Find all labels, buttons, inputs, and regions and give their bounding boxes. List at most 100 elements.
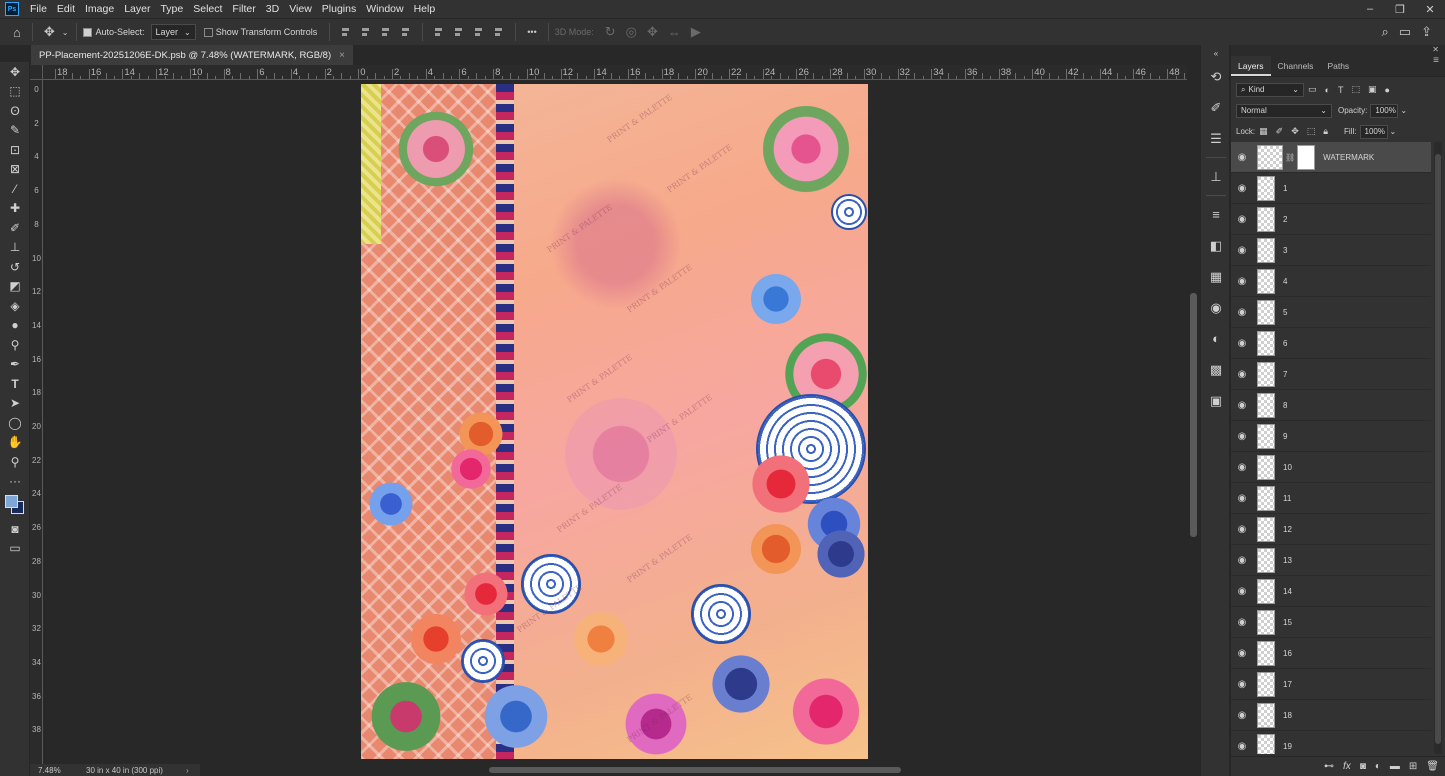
dodge-tool-icon[interactable]: ⚲ [0, 335, 30, 355]
layer-thumbnail[interactable] [1257, 516, 1275, 542]
layer-thumbnail[interactable] [1257, 144, 1283, 170]
document-tab[interactable]: PP-Placement-20251206E-DK.psb @ 7.48% (W… [31, 45, 353, 65]
gradients-icon[interactable]: ◧ [1201, 230, 1231, 261]
quick-selection-tool-icon[interactable]: ✎ [0, 121, 30, 141]
clone-stamp-tool-icon[interactable]: ⊥ [0, 238, 30, 258]
lock-artboard-icon[interactable]: ⬚ [1307, 126, 1316, 137]
menu-filter[interactable]: Filter [227, 0, 260, 18]
layer-row[interactable]: ◉ 17 [1231, 669, 1431, 700]
lasso-tool-icon[interactable]: ʘ [0, 101, 30, 121]
frame-tool-icon[interactable]: ⊠ [0, 160, 30, 180]
visibility-eye-icon[interactable]: ◉ [1231, 369, 1253, 380]
new-group-icon[interactable]: ▬ [1390, 761, 1400, 772]
history-brush-tool-icon[interactable]: ↺ [0, 257, 30, 277]
new-layer-icon[interactable]: ⊞ [1409, 761, 1417, 772]
layer-row[interactable]: ◉ 5 [1231, 297, 1431, 328]
chevron-down-icon[interactable]: ⌄ [1400, 106, 1407, 115]
patterns-icon[interactable]: ▩ [1201, 354, 1231, 385]
layer-row[interactable]: ◉ 12 [1231, 514, 1431, 545]
close-document-icon[interactable]: × [339, 50, 345, 61]
type-tool-icon[interactable]: T [0, 374, 30, 394]
zoom-level[interactable]: 7.48% [30, 766, 86, 775]
auto-select-checkbox[interactable] [83, 27, 93, 37]
add-mask-icon[interactable]: ◙ [1360, 761, 1366, 772]
link-layers-icon[interactable]: ⊷ [1324, 761, 1334, 772]
auto-select-target-dropdown[interactable]: Layer ⌄ [150, 24, 196, 40]
libraries-icon[interactable]: ▣ [1201, 385, 1231, 416]
menu-image[interactable]: Image [80, 0, 119, 18]
screen-mode-icon[interactable]: ▭ [0, 539, 30, 559]
layer-row[interactable]: ◉ 6 [1231, 328, 1431, 359]
visibility-eye-icon[interactable]: ◉ [1231, 183, 1253, 194]
fill-input[interactable]: 100% [1359, 124, 1388, 139]
adjustments-icon[interactable]: ◐ [1201, 323, 1231, 354]
menu-file[interactable]: File [25, 0, 52, 18]
pixel-filter-icon[interactable]: ▭ [1308, 84, 1317, 95]
color-palette-icon[interactable]: ◉ [1201, 292, 1231, 323]
paint-bucket-tool-icon[interactable]: ◈ [0, 296, 30, 316]
opacity-input[interactable]: 100% [1370, 103, 1399, 118]
visibility-eye-icon[interactable]: ◉ [1231, 338, 1253, 349]
workspace-icon[interactable]: ▭ [1394, 24, 1416, 40]
canvas-area[interactable]: PRINT & PALETTE PRINT & PALETTE PRINT & … [43, 80, 1187, 764]
tab-paths[interactable]: Paths [1320, 56, 1356, 76]
menu-help[interactable]: Help [409, 0, 441, 18]
visibility-eye-icon[interactable]: ◉ [1231, 431, 1253, 442]
layer-row[interactable]: ◉ 4 [1231, 266, 1431, 297]
collapse-arrow-icon[interactable]: « [1201, 45, 1231, 61]
delete-layer-icon[interactable]: 🗑︎ [1426, 761, 1439, 772]
tab-channels[interactable]: Channels [1271, 56, 1321, 76]
visibility-eye-icon[interactable]: ◉ [1231, 462, 1253, 473]
vertical-ruler[interactable]: 0 2 4 6 8 10 12 14 16 18 20 22 24 26 28 30 32 34 36 38 [30, 80, 43, 764]
home-icon[interactable]: ⌂ [8, 25, 26, 40]
layer-row[interactable]: ◉ 9 [1231, 421, 1431, 452]
quick-mask-icon[interactable]: ◙ [0, 519, 30, 539]
close-button[interactable]: ✕ [1415, 0, 1445, 18]
hand-tool-icon[interactable]: ✋ [0, 433, 30, 453]
layer-row[interactable]: ◉ 14 [1231, 576, 1431, 607]
adjustments-sliders-icon[interactable]: ☰ [1201, 123, 1231, 154]
layer-thumbnail[interactable] [1257, 299, 1275, 325]
menu-layer[interactable]: Layer [119, 0, 155, 18]
visibility-eye-icon[interactable]: ◉ [1231, 245, 1253, 256]
visibility-eye-icon[interactable]: ◉ [1231, 617, 1253, 628]
layer-list-scrollbar[interactable] [1434, 142, 1442, 754]
pen-tool-icon[interactable]: ✒ [0, 355, 30, 375]
show-transform-checkbox[interactable] [203, 27, 213, 37]
distribute-horizontal-icon[interactable] [493, 26, 505, 38]
layer-thumbnail[interactable] [1257, 175, 1275, 201]
menu-view[interactable]: View [284, 0, 317, 18]
vertical-scrollbar-thumb[interactable] [1190, 293, 1197, 537]
lock-all-icon[interactable]: 🔒︎ [1323, 126, 1328, 137]
layer-thumbnail[interactable] [1257, 392, 1275, 418]
filter-toggle-icon[interactable]: ● [1384, 85, 1389, 95]
ruler-origin[interactable] [30, 65, 43, 80]
layer-row[interactable]: ◉ 15 [1231, 607, 1431, 638]
layer-thumbnail[interactable] [1257, 547, 1275, 573]
restore-button[interactable]: ❐ [1385, 0, 1415, 18]
adjustment-filter-icon[interactable]: ◐ [1325, 85, 1330, 95]
horizontal-scrollbar-thumb[interactable] [489, 767, 901, 773]
lock-position-icon[interactable]: ✥ [1291, 126, 1299, 137]
layer-row[interactable]: ◉ 11 [1231, 483, 1431, 514]
layer-thumbnail[interactable] [1257, 361, 1275, 387]
layer-thumbnail[interactable] [1257, 237, 1275, 263]
share-icon[interactable]: ⇪ [1416, 24, 1437, 40]
eraser-tool-icon[interactable]: ◩ [0, 277, 30, 297]
blur-tool-icon[interactable]: ● [0, 316, 30, 336]
swatches-grid-icon[interactable]: ▦ [1201, 261, 1231, 292]
visibility-eye-icon[interactable]: ◉ [1231, 524, 1253, 535]
layer-row[interactable]: ◉ 16 [1231, 638, 1431, 669]
visibility-eye-icon[interactable]: ◉ [1231, 307, 1253, 318]
menu-select[interactable]: Select [188, 0, 227, 18]
healing-brush-tool-icon[interactable]: ✚ [0, 199, 30, 219]
new-adjustment-layer-icon[interactable]: ◐ [1375, 761, 1381, 772]
align-vertical-center-icon[interactable] [453, 26, 465, 38]
vertical-scrollbar[interactable] [1187, 65, 1200, 764]
minimize-button[interactable]: – [1355, 0, 1385, 18]
marquee-tool-icon[interactable]: ⬚ [0, 82, 30, 102]
layer-row[interactable]: ◉ 18 [1231, 700, 1431, 731]
mask-link-icon[interactable]: ⛓ [1285, 153, 1295, 162]
layer-list-scrollbar-thumb[interactable] [1435, 154, 1441, 744]
visibility-eye-icon[interactable]: ◉ [1231, 741, 1253, 752]
